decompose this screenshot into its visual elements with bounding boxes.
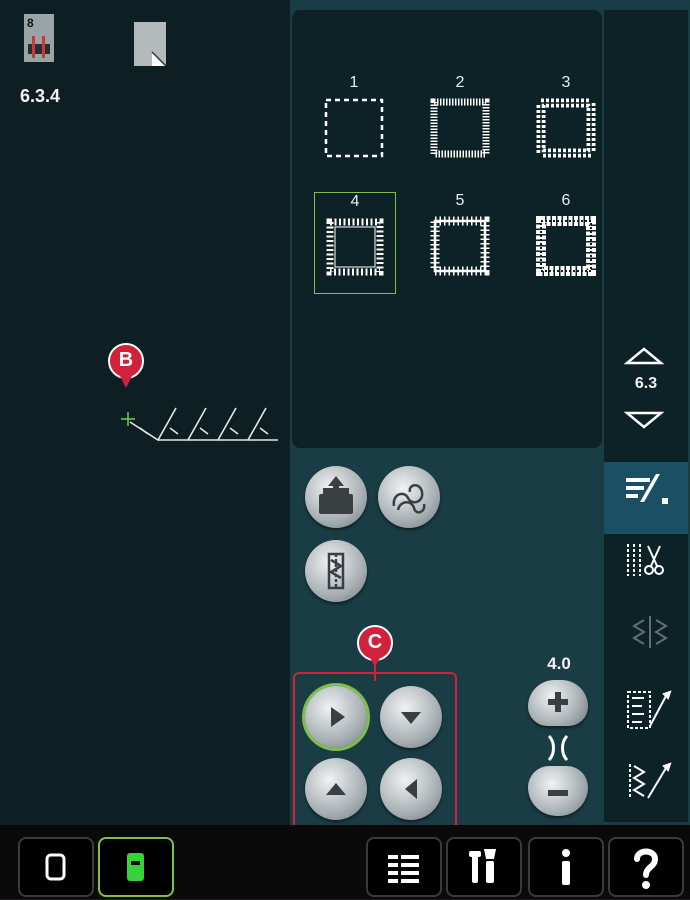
stitch-option-3[interactable]: 3 bbox=[526, 74, 606, 174]
callout-b: B bbox=[106, 343, 146, 389]
stitch-option-2[interactable]: 2 bbox=[420, 74, 500, 174]
embroidery-mode-icon bbox=[127, 853, 144, 881]
stitch-option-5[interactable]: 5 bbox=[420, 192, 500, 292]
plus-icon bbox=[548, 692, 568, 712]
sequence-icon[interactable] bbox=[622, 688, 678, 738]
stitch-width-value: 4.0 bbox=[547, 654, 571, 673]
width-decrease-button[interactable] bbox=[528, 766, 588, 816]
stitch-option-1[interactable]: 1 bbox=[314, 74, 394, 174]
sewing-techniques-button[interactable] bbox=[378, 466, 440, 528]
fabric-icon[interactable] bbox=[134, 22, 168, 67]
stitch-3-icon bbox=[536, 98, 596, 158]
tie-off-icon[interactable] bbox=[622, 540, 678, 590]
arrow-up-button[interactable] bbox=[305, 758, 367, 820]
info-button[interactable] bbox=[528, 837, 604, 897]
stitch-option-4[interactable]: 4 bbox=[314, 192, 396, 294]
arrow-down-button[interactable] bbox=[380, 686, 442, 748]
page-indicator: 6.3 bbox=[634, 375, 658, 392]
info-icon bbox=[562, 849, 570, 885]
width-increase-button[interactable] bbox=[528, 680, 588, 726]
stitch-2-icon bbox=[430, 98, 490, 158]
settings-button[interactable] bbox=[446, 837, 522, 897]
load-file-icon bbox=[319, 476, 353, 514]
edit-stitch-icon[interactable] bbox=[622, 760, 678, 810]
presser-foot-number: 8 bbox=[27, 16, 34, 30]
settings-icon bbox=[469, 849, 496, 883]
stitch-5-icon bbox=[430, 216, 490, 276]
sewing-techniques-icon bbox=[392, 484, 426, 514]
arrow-up-icon bbox=[326, 783, 346, 795]
arrow-down-icon bbox=[401, 712, 421, 724]
stitch-1-icon bbox=[324, 98, 384, 158]
menu-list-button[interactable] bbox=[366, 837, 442, 897]
minus-icon bbox=[548, 790, 568, 796]
stitch-mode-button[interactable] bbox=[18, 837, 94, 897]
mirror-icon bbox=[327, 552, 345, 590]
menu-list-icon bbox=[388, 855, 419, 883]
stitch-mode-icon bbox=[45, 853, 66, 881]
scroll-down-icon[interactable] bbox=[623, 410, 665, 430]
embroidery-mode-button[interactable] bbox=[98, 837, 174, 897]
stitch-selection-panel: 1 2 3 4 5 6 bbox=[292, 10, 602, 448]
mirror-side-icon bbox=[622, 612, 678, 662]
load-file-button[interactable] bbox=[305, 466, 367, 528]
help-icon bbox=[634, 848, 659, 889]
stitch-option-6[interactable]: 6 bbox=[526, 192, 606, 292]
stitch-preview bbox=[118, 400, 288, 460]
width-icon bbox=[540, 734, 576, 762]
presser-foot-icon[interactable]: 8 bbox=[22, 14, 56, 64]
arrow-left-icon bbox=[405, 779, 417, 799]
arrow-right-button[interactable] bbox=[305, 686, 367, 748]
mirror-button[interactable] bbox=[305, 540, 367, 602]
help-button[interactable] bbox=[608, 837, 684, 897]
arrow-right-icon bbox=[331, 707, 345, 727]
stitch-id: 6.3.4 bbox=[20, 86, 61, 106]
stitch-menu-icon[interactable] bbox=[622, 470, 678, 520]
scroll-up-icon[interactable] bbox=[623, 346, 665, 366]
arrow-left-button[interactable] bbox=[380, 758, 442, 820]
stitch-6-icon bbox=[536, 216, 596, 276]
stitch-4-icon bbox=[326, 218, 384, 276]
